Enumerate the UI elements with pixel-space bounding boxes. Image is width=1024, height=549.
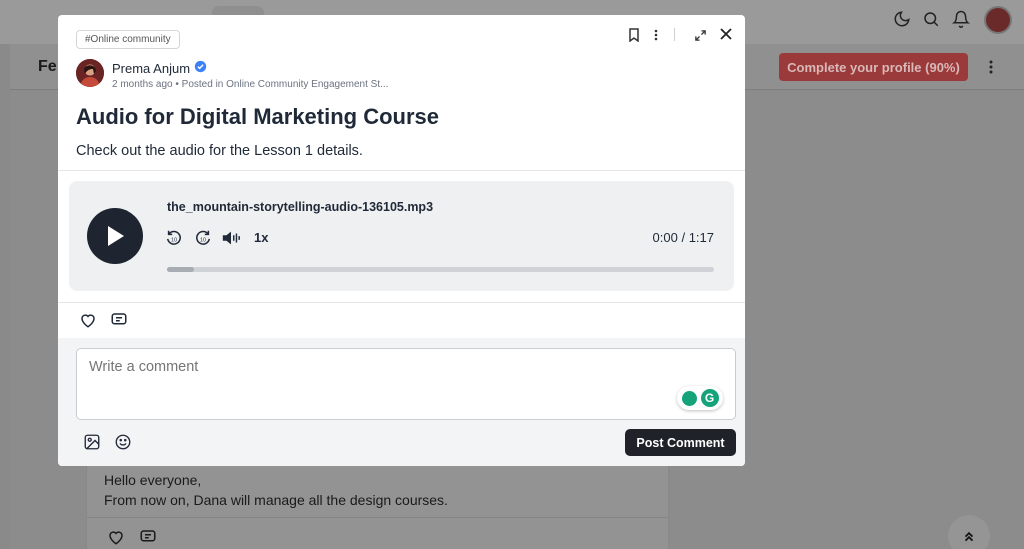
comment-icon[interactable] (110, 311, 128, 329)
author-name-row: Prema Anjum (112, 60, 207, 76)
divider (674, 28, 675, 41)
like-heart-icon[interactable] (79, 311, 97, 329)
author-avatar[interactable] (76, 59, 104, 87)
duration: 1:17 (688, 230, 714, 245)
more-options-icon[interactable] (986, 58, 996, 76)
feed-title: Fe (38, 58, 57, 75)
comment-icon[interactable] (139, 528, 157, 546)
post-body: Hello everyone, From now on, Dana will m… (104, 470, 448, 510)
comment-input[interactable] (76, 348, 736, 420)
grammarly-logo-icon[interactable]: G (700, 389, 719, 407)
emoji-icon[interactable] (114, 433, 132, 451)
divider (87, 517, 668, 518)
grammarly-widget[interactable]: G (677, 386, 723, 410)
post-modal: #Online community Prema Anjum 2 months a… (58, 15, 745, 466)
scroll-to-top-button[interactable] (948, 515, 990, 549)
image-upload-icon[interactable] (83, 433, 101, 451)
audio-progress-bar[interactable] (167, 267, 714, 272)
search-icon[interactable] (922, 10, 944, 32)
rewind-10-icon[interactable]: 10 (164, 228, 184, 248)
post-description: Check out the audio for the Lesson 1 det… (76, 143, 363, 159)
expand-icon[interactable] (692, 27, 708, 43)
play-button[interactable] (87, 208, 143, 264)
post-comment-button[interactable]: Post Comment (625, 429, 736, 456)
comment-section: G Post Comment (58, 338, 745, 466)
current-time: 0:00 (652, 230, 678, 245)
play-icon (108, 226, 124, 246)
playback-speed[interactable]: 1x (254, 230, 268, 245)
post-meta: 2 months ago • Posted in Online Communit… (112, 79, 389, 90)
bookmark-icon[interactable] (626, 27, 642, 43)
grammarly-suggestion-icon[interactable] (681, 390, 697, 406)
post-actions (58, 302, 745, 338)
audio-filename: the_mountain-storytelling-audio-136105.m… (167, 200, 434, 214)
complete-profile-button[interactable]: Complete your profile (90%) (779, 53, 968, 81)
double-chevron-up-icon (964, 531, 974, 542)
user-avatar[interactable] (984, 6, 1012, 34)
volume-icon[interactable] (221, 228, 241, 248)
topic-tag[interactable]: #Online community (76, 30, 180, 49)
audio-progress-fill (167, 267, 195, 272)
post-title: Audio for Digital Marketing Course (76, 104, 440, 129)
post-text-line: From now on, Dana will manage all the de… (104, 492, 448, 508)
svg-text:10: 10 (171, 238, 177, 244)
verified-badge-icon (194, 60, 207, 76)
notification-bell-icon[interactable] (951, 10, 974, 32)
audio-time: 0:00 / 1:17 (653, 230, 715, 245)
dark-mode-icon[interactable] (893, 10, 915, 32)
more-options-icon[interactable] (648, 27, 664, 43)
svg-text:10: 10 (200, 238, 206, 244)
like-heart-icon[interactable] (107, 528, 125, 546)
author-name[interactable]: Prema Anjum (112, 61, 190, 76)
divider (58, 170, 745, 171)
post-text-line: Hello everyone, (104, 472, 202, 488)
audio-player: the_mountain-storytelling-audio-136105.m… (69, 181, 734, 291)
background-post-card: Hello everyone, From now on, Dana will m… (86, 462, 669, 549)
forward-10-icon[interactable]: 10 (193, 228, 213, 248)
close-icon[interactable] (718, 26, 734, 42)
time-separator: / (681, 230, 686, 245)
